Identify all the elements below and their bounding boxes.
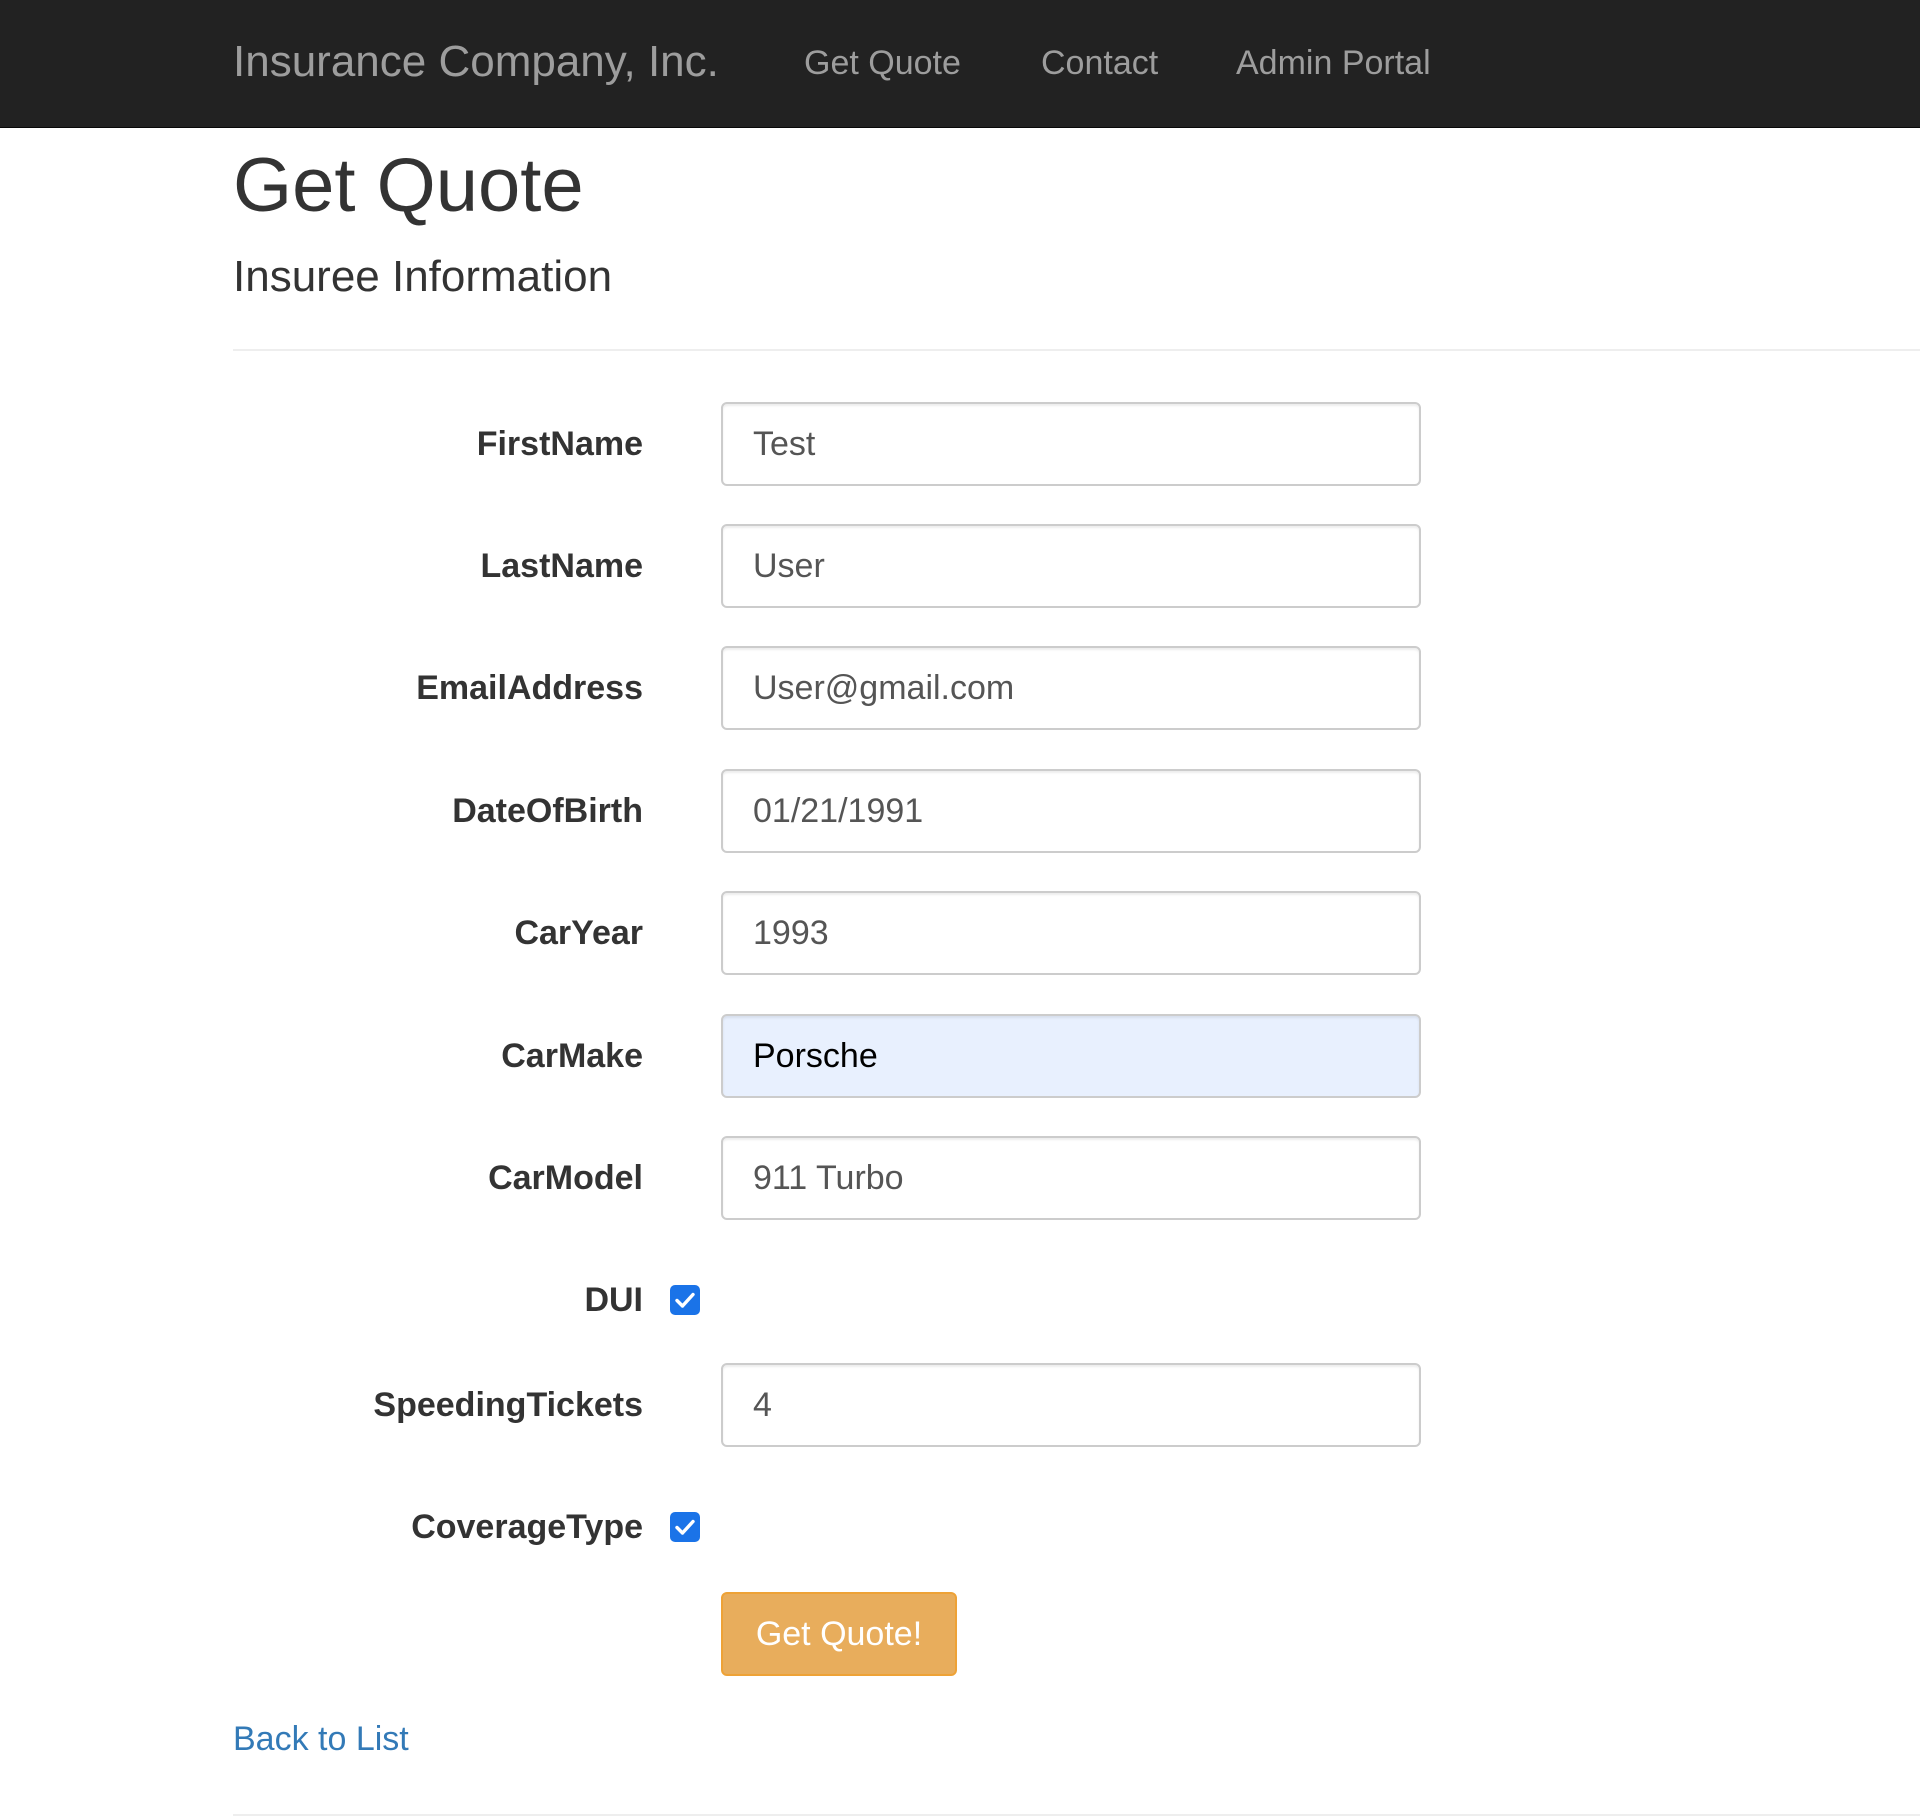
first-name-label: FirstName	[476, 425, 643, 463]
email-label: EmailAddress	[416, 669, 643, 707]
last-name-input[interactable]	[721, 524, 1421, 608]
speeding-tickets-label: SpeedingTickets	[373, 1386, 643, 1424]
nav-get-quote[interactable]: Get Quote	[804, 43, 961, 83]
get-quote-button[interactable]: Get Quote!	[721, 1592, 957, 1676]
car-make-label: CarMake	[501, 1037, 643, 1075]
email-input[interactable]	[721, 646, 1421, 730]
car-year-input[interactable]	[721, 891, 1421, 975]
speeding-tickets-input[interactable]	[721, 1363, 1421, 1447]
first-name-input[interactable]	[721, 402, 1421, 486]
brand-link[interactable]: Insurance Company, Inc.	[233, 37, 719, 87]
top-divider	[233, 349, 1920, 351]
car-make-input[interactable]	[721, 1014, 1421, 1098]
back-to-list-link[interactable]: Back to List	[233, 1719, 409, 1759]
section-title: Insuree Information	[233, 252, 613, 301]
nav-contact[interactable]: Contact	[1041, 43, 1158, 83]
car-year-label: CarYear	[514, 914, 643, 952]
coverage-type-checkbox[interactable]	[670, 1512, 700, 1542]
nav-admin-portal[interactable]: Admin Portal	[1236, 43, 1431, 83]
dui-label: DUI	[584, 1281, 643, 1319]
checkmark-icon	[675, 1519, 695, 1535]
checkmark-icon	[675, 1292, 695, 1308]
car-model-label: CarModel	[488, 1159, 643, 1197]
last-name-label: LastName	[480, 547, 643, 585]
bottom-divider	[233, 1814, 1920, 1816]
page-title: Get Quote	[233, 143, 584, 228]
dob-label: DateOfBirth	[452, 792, 643, 830]
dui-checkbox[interactable]	[670, 1285, 700, 1315]
dob-input[interactable]	[721, 769, 1421, 853]
coverage-type-label: CoverageType	[411, 1508, 643, 1546]
top-navbar: Insurance Company, Inc. Get Quote Contac…	[0, 0, 1920, 128]
car-model-input[interactable]	[721, 1136, 1421, 1220]
